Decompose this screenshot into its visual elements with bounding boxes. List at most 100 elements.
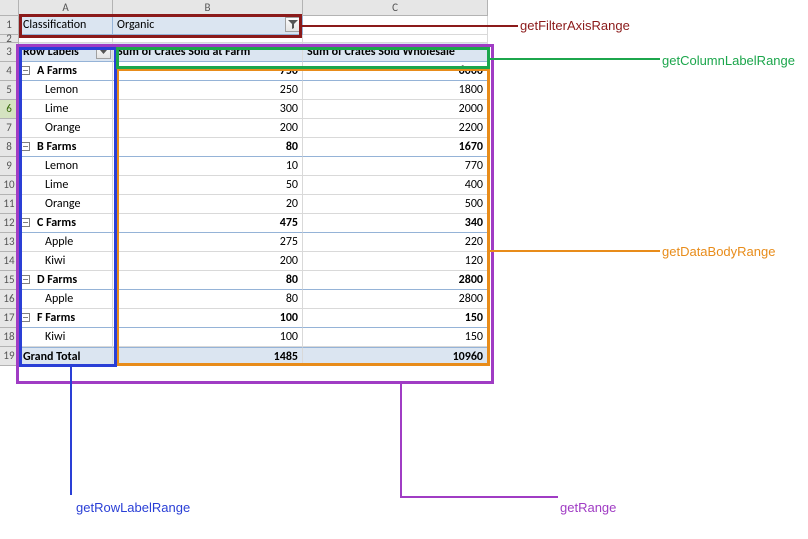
item-label-cell[interactable]: Lime	[19, 176, 113, 195]
col-label-2[interactable]: Sum of Crates Sold Wholesale	[303, 43, 488, 62]
value-farm[interactable]: 200	[113, 119, 303, 138]
value-farm[interactable]: 275	[113, 233, 303, 252]
value-farm[interactable]: 80	[113, 290, 303, 309]
row-header-11[interactable]: 11	[0, 195, 19, 214]
row-header-17[interactable]: 17	[0, 309, 19, 328]
value-farm[interactable]: 50	[113, 176, 303, 195]
col-header-b[interactable]: B	[113, 0, 303, 16]
value-wholesale[interactable]: 2800	[303, 290, 488, 309]
value-farm[interactable]: 20	[113, 195, 303, 214]
collapse-icon[interactable]	[21, 275, 30, 284]
value-wholesale[interactable]: 150	[303, 328, 488, 347]
item-label-cell[interactable]: Orange	[19, 119, 113, 138]
row-labels-header[interactable]: Row Labels	[19, 43, 113, 62]
grand-total-label[interactable]: Grand Total	[19, 347, 113, 366]
item-label-cell[interactable]: Apple	[19, 290, 113, 309]
collapse-icon[interactable]	[21, 142, 30, 151]
pivot-child-row: 18Kiwi100150	[0, 328, 488, 347]
value-farm[interactable]: 475	[113, 214, 303, 233]
annotation-label-databody: getDataBodyRange	[662, 244, 775, 259]
pivot-child-row: 6 Lime 3002000	[0, 100, 488, 119]
row-header-13[interactable]: 13	[0, 233, 19, 252]
cell-c2[interactable]	[303, 35, 488, 43]
select-all-corner[interactable]	[0, 0, 19, 16]
value-wholesale[interactable]: 2200	[303, 119, 488, 138]
value-wholesale[interactable]: 150	[303, 309, 488, 328]
row-header-12[interactable]: 12	[0, 214, 19, 233]
filter-dropdown-button[interactable]	[285, 17, 301, 32]
value-farm[interactable]: 750	[113, 62, 303, 81]
value-wholesale[interactable]: 400	[303, 176, 488, 195]
row-label: Lime	[45, 102, 68, 116]
annotation-label-collabel: getColumnLabelRange	[662, 53, 795, 68]
collapse-icon[interactable]	[21, 218, 30, 227]
group-label-cell[interactable]: B Farms	[19, 138, 113, 157]
row-header-9[interactable]: 9	[0, 157, 19, 176]
collapse-icon[interactable]	[21, 313, 30, 322]
value-wholesale[interactable]: 6000	[303, 62, 488, 81]
value-wholesale[interactable]: 2800	[303, 271, 488, 290]
value-farm[interactable]: 100	[113, 328, 303, 347]
row-header-19[interactable]: 19	[0, 347, 19, 366]
row-header-4[interactable]: 4	[0, 62, 19, 81]
value-wholesale[interactable]: 120	[303, 252, 488, 271]
value-farm[interactable]: 80	[113, 271, 303, 290]
grand-total-v2[interactable]: 10960	[303, 347, 488, 366]
row-label: Apple	[45, 292, 73, 306]
value-farm[interactable]: 300	[113, 100, 303, 119]
row-header-16[interactable]: 16	[0, 290, 19, 309]
value-wholesale[interactable]: 2000	[303, 100, 488, 119]
filter-field-cell[interactable]: Classification	[19, 16, 113, 35]
group-label-cell[interactable]: D Farms	[19, 271, 113, 290]
row-header-5[interactable]: 5	[0, 81, 19, 100]
grand-total-v1[interactable]: 1485	[113, 347, 303, 366]
item-label-cell[interactable]: Orange	[19, 195, 113, 214]
row-header-14[interactable]: 14	[0, 252, 19, 271]
item-label-cell[interactable]: Lemon	[19, 157, 113, 176]
value-wholesale[interactable]: 770	[303, 157, 488, 176]
row-header-6[interactable]: 6	[0, 100, 19, 119]
col-label-1[interactable]: Sum of Crates Sold at Farm	[113, 43, 303, 62]
row-labels-dropdown[interactable]	[96, 44, 111, 59]
row-header-7[interactable]: 7	[0, 119, 19, 138]
col-header-c[interactable]: C	[303, 0, 488, 16]
value-farm[interactable]: 10	[113, 157, 303, 176]
filter-icon	[286, 18, 300, 31]
row-header-3[interactable]: 3	[0, 43, 19, 62]
value-farm[interactable]: 200	[113, 252, 303, 271]
item-label-cell[interactable]: Lime	[19, 100, 113, 119]
value-wholesale[interactable]: 500	[303, 195, 488, 214]
row-label: F Farms	[37, 311, 75, 325]
item-label-cell[interactable]: Apple	[19, 233, 113, 252]
leader-rowlabel-v	[70, 367, 72, 495]
leader-collabel	[490, 58, 660, 60]
value-farm[interactable]: 80	[113, 138, 303, 157]
group-label-cell[interactable]: F Farms	[19, 309, 113, 328]
value-wholesale[interactable]: 340	[303, 214, 488, 233]
pivot-child-row: 16 Apple 802800	[0, 290, 488, 309]
row-label: Lemon	[45, 159, 78, 173]
cell-a2[interactable]	[19, 35, 113, 43]
value-wholesale[interactable]: 1670	[303, 138, 488, 157]
item-label-cell[interactable]: Kiwi	[19, 328, 113, 347]
value-wholesale[interactable]: 1800	[303, 81, 488, 100]
col-header-a[interactable]: A	[19, 0, 113, 16]
row-header-15[interactable]: 15	[0, 271, 19, 290]
value-wholesale[interactable]: 220	[303, 233, 488, 252]
row-label: C Farms	[37, 216, 76, 230]
row-label: Lime	[45, 178, 68, 192]
filter-value-cell[interactable]: Organic	[113, 16, 303, 35]
cell-b2[interactable]	[113, 35, 303, 43]
value-farm[interactable]: 100	[113, 309, 303, 328]
group-label-cell[interactable]: A Farms	[19, 62, 113, 81]
filter-value-text: Organic	[117, 18, 154, 32]
row-header-10[interactable]: 10	[0, 176, 19, 195]
value-farm[interactable]: 250	[113, 81, 303, 100]
row-header-2[interactable]: 2	[0, 35, 19, 43]
item-label-cell[interactable]: Kiwi	[19, 252, 113, 271]
collapse-icon[interactable]	[21, 66, 30, 75]
row-header-8[interactable]: 8	[0, 138, 19, 157]
item-label-cell[interactable]: Lemon	[19, 81, 113, 100]
group-label-cell[interactable]: C Farms	[19, 214, 113, 233]
row-header-18[interactable]: 18	[0, 328, 19, 347]
